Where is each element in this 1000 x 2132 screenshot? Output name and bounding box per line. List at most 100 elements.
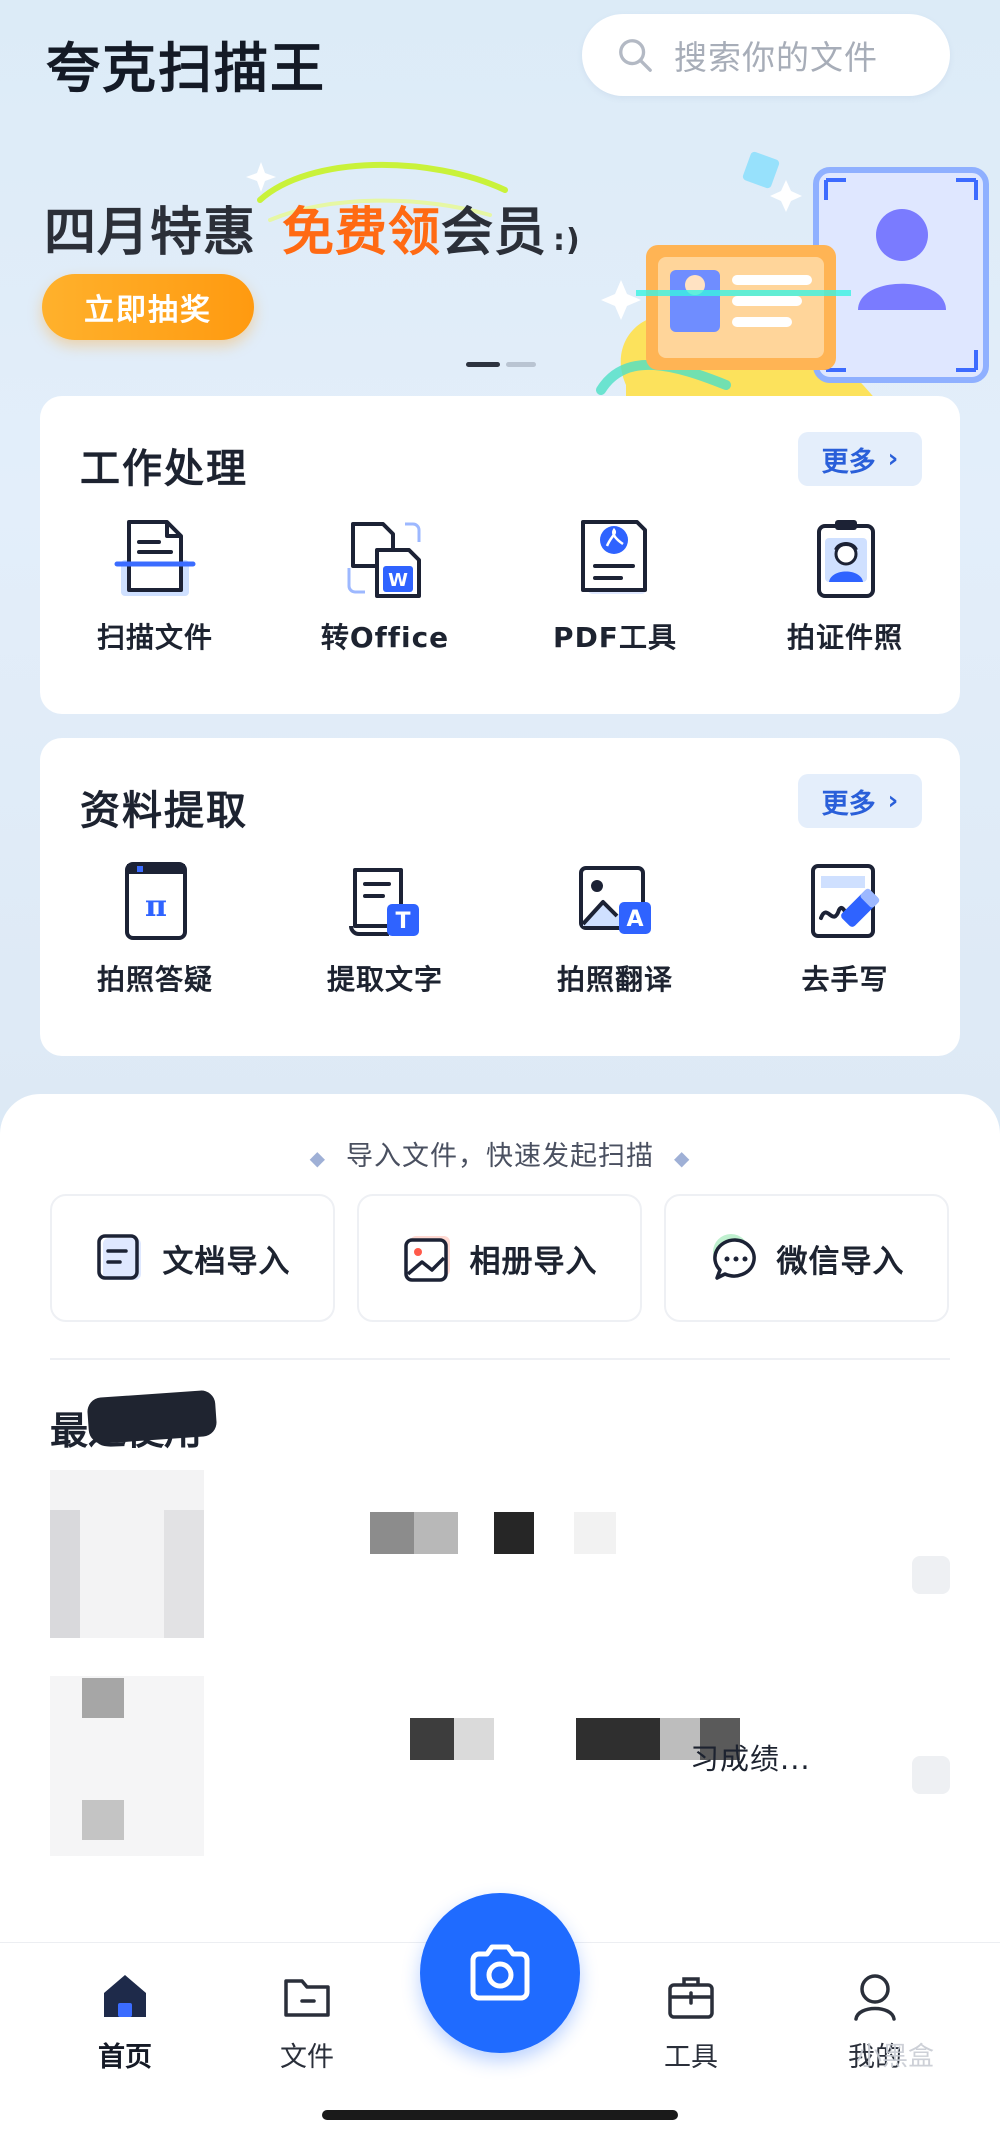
- diamond-icon: ◆: [674, 1146, 691, 1170]
- carousel-indicator: [466, 362, 536, 367]
- tool-office-convert[interactable]: W 转Office: [270, 516, 500, 656]
- redacted-block: [454, 1718, 494, 1760]
- more-options-icon[interactable]: [912, 1756, 950, 1794]
- import-buttons: 文档导入 相册导入 微信导入: [50, 1194, 949, 1322]
- pdf-tool-icon: [581, 520, 647, 594]
- tool-photo-qa[interactable]: π 拍照答疑: [40, 858, 270, 998]
- toolbox-icon: [668, 1977, 714, 2019]
- id-card-illustration-icon: [596, 151, 989, 400]
- tool-label: 扫描文件: [96, 621, 213, 654]
- redacted-block: [576, 1718, 660, 1760]
- tool-id-photo[interactable]: 拍证件照: [730, 516, 960, 656]
- work-more-button[interactable]: 更多 ›: [798, 432, 922, 486]
- wechat-import-icon: [712, 1234, 756, 1280]
- redacted-block: [82, 1678, 124, 1718]
- album-import-button[interactable]: 相册导入: [357, 1194, 642, 1322]
- tool-extract-text[interactable]: T 提取文字: [270, 858, 500, 998]
- remove-handwriting-icon: [811, 864, 880, 938]
- tab-home[interactable]: 首页: [60, 1969, 190, 2074]
- work-section-title: 工作处理: [80, 446, 248, 492]
- tool-label: 拍照翻译: [556, 963, 673, 996]
- profile-icon: [854, 1974, 896, 2021]
- tab-label: 首页: [98, 2042, 152, 2073]
- redacted-block: [574, 1512, 616, 1554]
- redacted-block: [50, 1510, 80, 1638]
- import-hint: ◆ 导入文件，快速发起扫描 ◆: [0, 1134, 1000, 1173]
- tool-label: 拍证件照: [786, 621, 903, 654]
- diamond-icon: ◆: [309, 1146, 326, 1170]
- import-hint-text: 导入文件，快速发起扫描: [346, 1141, 654, 1172]
- app-title: 夸克扫描王: [46, 37, 326, 100]
- svg-text:T: T: [395, 909, 410, 934]
- file-name: 习成绩...: [690, 1742, 811, 1776]
- home-icon: [104, 1975, 146, 2017]
- svg-text:A: A: [626, 907, 643, 932]
- chevron-right-icon: ›: [887, 786, 899, 816]
- tool-label: 提取文字: [326, 963, 443, 996]
- more-options-icon[interactable]: [912, 1556, 950, 1594]
- svg-text:π: π: [145, 889, 167, 924]
- work-section-card: 工作处理 更多 › 扫描文件 W 转Office PDF工具 拍证件照: [40, 396, 960, 714]
- banner-headline-tail: 会员: [441, 203, 548, 263]
- work-tools-grid: 扫描文件 W 转Office PDF工具 拍证件照: [40, 516, 960, 656]
- extract-section-title: 资料提取: [80, 788, 248, 834]
- banner-smile: :): [553, 223, 581, 258]
- tool-scan-document[interactable]: 扫描文件: [40, 516, 270, 656]
- document-import-icon: [96, 1234, 141, 1280]
- more-label: 更多: [821, 446, 876, 478]
- camera-scan-button[interactable]: [420, 1893, 580, 2053]
- album-import-icon: [403, 1236, 450, 1282]
- tab-files[interactable]: 文件: [242, 1969, 372, 2074]
- more-label: 更多: [821, 788, 876, 820]
- tool-label: 转Office: [320, 621, 450, 654]
- extract-tools-grid: π 拍照答疑 T 提取文字 A 拍照翻译 去手写: [40, 858, 960, 998]
- redacted-block: [414, 1512, 458, 1554]
- import-label: 文档导入: [162, 1243, 291, 1280]
- redaction-mark: [86, 1389, 218, 1445]
- tool-label: PDF工具: [553, 621, 677, 654]
- tool-label: 去手写: [801, 963, 889, 996]
- recent-file-row[interactable]: [50, 1676, 950, 1856]
- tab-label: 工具: [664, 2042, 718, 2073]
- word-convert-icon: W: [347, 522, 421, 598]
- camera-icon: [470, 1944, 530, 2001]
- extract-section-card: 资料提取 更多 › π 拍照答疑 T 提取文字 A 拍照翻译 去手写: [40, 738, 960, 1056]
- recent-file-row[interactable]: [50, 1470, 950, 1638]
- home-indicator: [322, 2110, 678, 2120]
- scan-document-icon: [114, 520, 196, 596]
- import-label: 微信导入: [776, 1243, 905, 1280]
- carousel-dot-active: [466, 362, 500, 367]
- search-icon: [619, 39, 652, 72]
- svg-text:W: W: [388, 570, 408, 591]
- tool-label: 拍照答疑: [96, 963, 213, 996]
- search-input[interactable]: 搜索你的文件: [582, 14, 950, 96]
- tool-photo-translate[interactable]: A 拍照翻译: [500, 858, 730, 998]
- photo-translate-icon: A: [579, 866, 651, 934]
- redacted-block: [494, 1512, 534, 1554]
- document-import-button[interactable]: 文档导入: [50, 1194, 335, 1322]
- search-placeholder: 搜索你的文件: [674, 38, 878, 77]
- redacted-block: [410, 1718, 454, 1760]
- tool-pdf[interactable]: PDF工具: [500, 516, 730, 656]
- wechat-import-button[interactable]: 微信导入: [664, 1194, 949, 1322]
- carousel-dot: [506, 362, 536, 367]
- tool-remove-handwriting[interactable]: 去手写: [730, 858, 960, 998]
- redacted-block: [370, 1512, 414, 1554]
- chevron-right-icon: ›: [887, 444, 899, 474]
- extract-more-button[interactable]: 更多 ›: [798, 774, 922, 828]
- id-photo-icon: [817, 520, 875, 598]
- lottery-button[interactable]: 立即抽奖: [42, 274, 254, 340]
- divider: [50, 1358, 950, 1360]
- pi-question-icon: π: [125, 862, 187, 940]
- tab-tools[interactable]: 工具: [626, 1969, 756, 2074]
- import-label: 相册导入: [469, 1243, 598, 1280]
- banner-headline-highlight: 免费领: [282, 203, 442, 263]
- file-thumbnail: [50, 1676, 204, 1856]
- folder-icon: [284, 1979, 330, 2017]
- banner-headline-text: 四月特惠: [44, 203, 257, 263]
- banner-headline: 四月特惠 免费领会员:): [44, 190, 581, 265]
- redacted-block: [164, 1510, 204, 1638]
- extract-text-icon: T: [349, 868, 419, 936]
- watermark-text: 小黑盒: [856, 2042, 935, 2072]
- tab-label: 文件: [280, 2042, 334, 2073]
